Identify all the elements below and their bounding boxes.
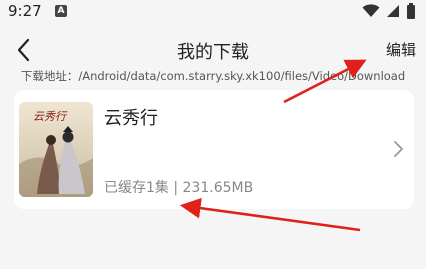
- notification-icon: A: [55, 5, 67, 17]
- download-path: 下载地址：/Android/data/com.starry.sky.xk100/…: [20, 69, 406, 83]
- chevron-right-icon: [394, 141, 403, 157]
- status-time: 9:27: [8, 2, 42, 20]
- edit-button[interactable]: 编辑: [386, 39, 416, 60]
- poster-thumbnail: 云秀行: [19, 102, 93, 197]
- status-bar: 9:27 A: [0, 0, 426, 26]
- nav-bar: 我的下载 编辑: [0, 34, 426, 66]
- show-title: 云秀行: [104, 108, 158, 129]
- annotation-arrow-cache: [179, 197, 361, 232]
- poster-title-calligraphy: 云秀行: [33, 110, 66, 123]
- signal-icon: [387, 5, 399, 17]
- cache-info: 已缓存1集 | 231.65MB: [104, 180, 254, 196]
- battery-icon: [407, 3, 415, 19]
- chevron-left-icon: [17, 38, 30, 62]
- status-icons: [362, 3, 416, 19]
- page-title: 我的下载: [177, 42, 249, 63]
- wifi-icon: [362, 4, 380, 17]
- download-item-card[interactable]: 云秀行 云秀行 已缓存1集 | 231.65MB: [14, 90, 414, 209]
- back-button[interactable]: [12, 36, 36, 64]
